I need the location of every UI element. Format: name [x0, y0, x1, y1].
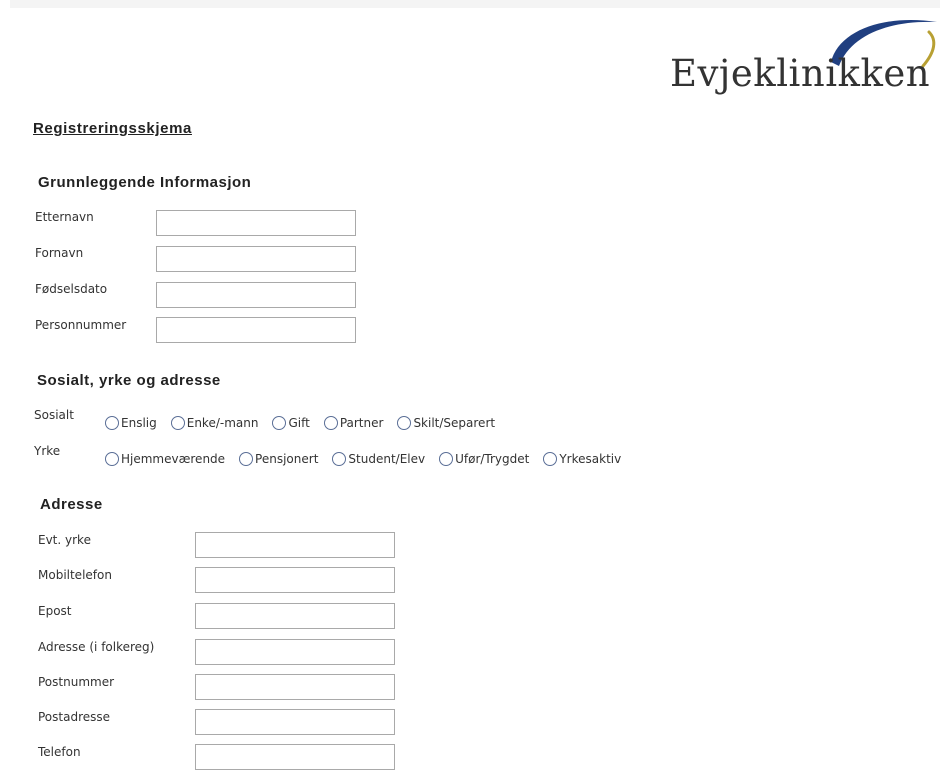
radio-button-icon[interactable] — [272, 416, 287, 430]
clinic-logo: Evjeklinikken — [660, 8, 940, 108]
radio-label-ufor-trygdet: Ufør/Trygdet — [455, 452, 530, 466]
section-heading-address: Adresse — [40, 496, 103, 513]
top-strip — [10, 0, 940, 8]
telefon-input[interactable] — [195, 744, 395, 770]
radio-button-icon[interactable] — [323, 416, 338, 430]
radio-button-icon[interactable] — [239, 452, 254, 466]
radio-label-skilt-separert: Skilt/Separert — [413, 416, 496, 430]
radio-label-pensjonert: Pensjonert — [255, 452, 319, 466]
adresse-folkereg-input[interactable] — [195, 639, 395, 665]
label-mobiltelefon: Mobiltelefon — [38, 568, 112, 582]
sosialt-radio-group: Enslig Enke/-mann Gift Partner Skilt/Sep… — [105, 416, 509, 430]
mobiltelefon-input[interactable] — [195, 567, 395, 593]
radio-button-icon[interactable] — [543, 452, 558, 466]
section-heading-basic-info: Grunnleggende Informasjon — [38, 174, 252, 191]
form-title: Registreringsskjema — [33, 120, 192, 137]
epost-input[interactable] — [195, 603, 395, 629]
logo-text: Evjeklinikken — [670, 52, 931, 95]
section-heading-social: Sosialt, yrke og adresse — [37, 372, 221, 389]
postadresse-input[interactable] — [195, 709, 395, 735]
fornavn-input[interactable] — [156, 246, 356, 272]
radio-gift[interactable]: Gift — [272, 416, 310, 430]
radio-button-icon[interactable] — [105, 416, 119, 430]
radio-button-icon[interactable] — [105, 452, 119, 466]
label-telefon: Telefon — [38, 745, 81, 759]
radio-pensjonert[interactable]: Pensjonert — [239, 452, 318, 466]
label-yrke: Yrke — [34, 444, 61, 458]
radio-label-hjemmevaerende: Hjemmeværende — [121, 452, 226, 466]
radio-partner[interactable]: Partner — [323, 416, 384, 430]
radio-enke-mann[interactable]: Enke/-mann — [170, 416, 259, 430]
radio-button-icon[interactable] — [397, 416, 412, 430]
label-evt-yrke: Evt. yrke — [38, 533, 91, 547]
radio-button-icon[interactable] — [332, 452, 347, 466]
evt-yrke-input[interactable] — [195, 532, 395, 558]
label-sosialt: Sosialt — [34, 408, 74, 422]
radio-button-icon[interactable] — [439, 452, 454, 466]
label-fornavn: Fornavn — [35, 246, 84, 260]
radio-label-student-elev: Student/Elev — [348, 452, 426, 466]
label-epost: Epost — [38, 604, 72, 618]
label-etternavn: Etternavn — [35, 210, 94, 224]
radio-skilt-separert[interactable]: Skilt/Separert — [397, 416, 495, 430]
radio-button-icon[interactable] — [170, 416, 185, 430]
personnummer-input[interactable] — [156, 317, 356, 343]
label-postnummer: Postnummer — [38, 675, 115, 689]
fodselsdato-input[interactable] — [156, 282, 356, 308]
label-adresse-folkereg: Adresse (i folkereg) — [38, 640, 155, 654]
radio-hjemmevaerende[interactable]: Hjemmeværende — [105, 452, 225, 466]
label-postadresse: Postadresse — [38, 710, 111, 724]
etternavn-input[interactable] — [156, 210, 356, 236]
label-personnummer: Personnummer — [35, 318, 127, 332]
radio-label-partner: Partner — [339, 416, 384, 430]
radio-label-yrkesaktiv: Yrkesaktiv — [559, 452, 622, 466]
radio-label-enslig: Enslig — [121, 416, 157, 430]
radio-ufor-trygdet[interactable]: Ufør/Trygdet — [439, 452, 529, 466]
radio-label-gift: Gift — [288, 416, 310, 430]
registration-page: Evjeklinikken Registreringsskjema Grunnl… — [0, 0, 944, 773]
yrke-radio-group: Hjemmeværende Pensjonert Student/Elev Uf… — [105, 452, 635, 466]
radio-yrkesaktiv[interactable]: Yrkesaktiv — [543, 452, 621, 466]
radio-student-elev[interactable]: Student/Elev — [332, 452, 425, 466]
radio-enslig[interactable]: Enslig — [105, 416, 157, 430]
postnummer-input[interactable] — [195, 674, 395, 700]
label-fodselsdato: Fødselsdato — [35, 282, 108, 296]
radio-label-enke-mann: Enke/-mann — [186, 416, 259, 430]
